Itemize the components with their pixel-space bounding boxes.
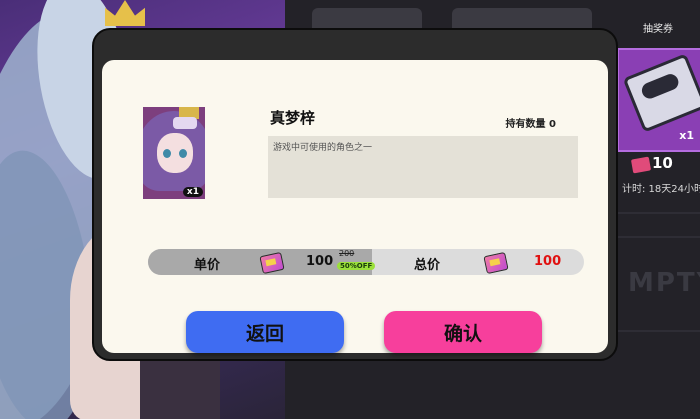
empty-label: MPTY [628,268,700,298]
unit-price-value: 100 [306,254,334,269]
character-name: 真梦梓 [270,109,316,127]
divider [618,212,700,214]
character-portrait: x1 [143,107,205,199]
side-timer: 计时: 18天24小时 [622,184,700,195]
dialog-content: x1 真梦梓 持有数量 0 游戏中可使用的角色之一 单价 100 200 50%… [102,60,608,353]
divider [618,236,700,238]
portrait-eye [163,149,171,158]
owned-count: 持有数量 0 [505,119,556,130]
discount-badge: 50%OFF [337,262,376,270]
original-price: 200 [339,249,355,258]
side-item-card[interactable]: x1 [617,48,700,152]
side-item-qty: x1 [679,129,694,142]
price-bar: 单价 100 200 50%OFF 总价 100 [148,249,584,275]
side-item-title: 抽奖券 [643,24,673,35]
back-button[interactable]: 返回 [186,311,344,353]
ticket-icon [483,251,509,275]
confirm-button[interactable]: 确认 [384,311,542,353]
description-text: 游戏中可使用的角色之一 [273,143,373,153]
crown-icon [105,0,145,26]
unit-price-label: 单价 [194,258,221,273]
cassette-icon [622,53,700,133]
total-price-label: 总价 [414,258,441,273]
side-ticket-count: 10 [652,154,673,172]
total-price-value: 100 [534,254,562,269]
description-box: 游戏中可使用的角色之一 [268,136,578,198]
character-qty-badge: x1 [182,187,203,197]
portrait-bow [173,117,197,129]
purchase-dialog: x1 真梦梓 持有数量 0 游戏中可使用的角色之一 单价 100 200 50%… [92,28,618,361]
divider [618,330,700,332]
portrait-eye [179,149,187,158]
